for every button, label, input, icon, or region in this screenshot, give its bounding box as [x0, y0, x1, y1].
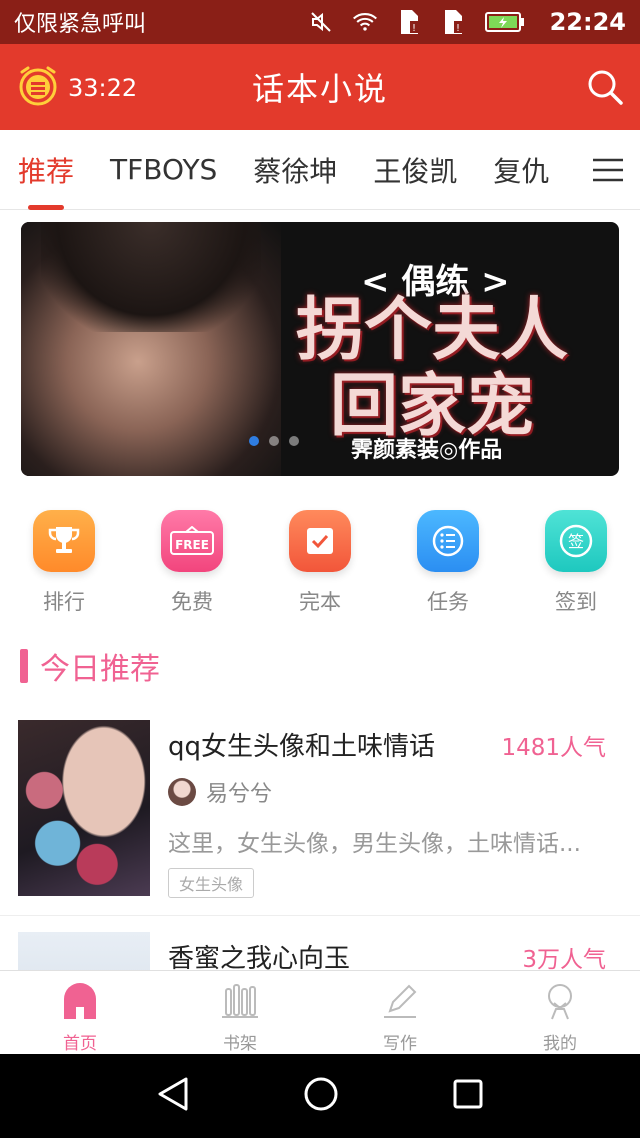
avatar [168, 778, 196, 806]
quick-entry-tasks[interactable]: 任务 [384, 510, 512, 620]
menu-icon[interactable] [586, 148, 630, 192]
signin-icon-text: 签 [568, 532, 584, 551]
search-icon[interactable] [586, 68, 624, 110]
section-title: 今日推荐 [40, 652, 160, 687]
section-header: 今日推荐 [20, 646, 160, 687]
banner-pagination [249, 436, 299, 446]
nav-bookshelf[interactable]: 书架 [160, 971, 320, 1054]
nav-label: 首页 [63, 1034, 97, 1054]
sim2-alert-icon: ! [440, 9, 466, 35]
book-cover [18, 720, 150, 896]
quick-entry-label: 排行 [43, 590, 85, 614]
status-bar: 仅限紧急呼叫 ! ! 22:24 [0, 0, 640, 44]
quick-entry-completed[interactable]: 完本 [256, 510, 384, 620]
tab-tfboys[interactable]: TFBOYS [110, 153, 217, 186]
category-tabs: 推荐 TFBOYS 蔡徐坤 王俊凯 复仇 重 [0, 130, 640, 210]
tab-fade [556, 130, 586, 208]
book-author: 易兮兮 [168, 776, 272, 808]
status-icons: ! ! 22:24 [308, 8, 626, 36]
app-header: 33:22 话本小说 [0, 44, 640, 130]
banner-dot[interactable] [269, 436, 279, 446]
completed-check-icon [289, 510, 351, 572]
sign-in-icon: 签 [545, 510, 607, 572]
free-icon-text: FREE [175, 538, 209, 552]
quick-entry-free[interactable]: FREE 免费 [128, 510, 256, 620]
book-popularity: 1481人气 [501, 735, 606, 761]
quick-entry-signin[interactable]: 签 签到 [512, 510, 640, 620]
recents-icon[interactable] [452, 1078, 484, 1114]
banner-title-line1: 拐个夫人 [295, 290, 568, 370]
banner-author: 霁颜素装◎作品 [351, 437, 503, 463]
promo-banner[interactable]: < 偶练 > 拐个夫人 回家宠 霁颜素装◎作品 [21, 222, 619, 476]
free-tag-icon: FREE [161, 510, 223, 572]
quick-entry-ranking[interactable]: 排行 [0, 510, 128, 620]
tab-caixukun[interactable]: 蔡徐坤 [253, 150, 337, 190]
clock: 22:24 [549, 8, 626, 36]
sim1-alert-icon: ! [396, 9, 422, 35]
tab-wangjunkai[interactable]: 王俊凯 [373, 150, 457, 190]
book-description: 这里，女生头像，男生头像，土味情话... [168, 831, 581, 857]
svg-text:!: ! [412, 23, 416, 34]
book-title: 香蜜之我心向玉 [168, 944, 351, 972]
book-list-item[interactable]: 香蜜之我心向玉 3万人气 [0, 932, 640, 972]
banner-title: 拐个夫人 回家宠 [257, 292, 607, 444]
banner-portrait-hair [41, 222, 261, 332]
trophy-icon [33, 510, 95, 572]
tab-recommend[interactable]: 推荐 [18, 150, 74, 210]
nav-write[interactable]: 写作 [320, 971, 480, 1054]
tab-revenge[interactable]: 复仇 [493, 150, 549, 190]
author-name: 易兮兮 [206, 782, 273, 807]
banner-dot[interactable] [249, 436, 259, 446]
bookshelf-icon [220, 981, 260, 1025]
nav-label: 我的 [543, 1034, 577, 1054]
quick-entries: 排行 FREE 免费 完本 任务 签 签到 [0, 510, 640, 620]
quick-entry-label: 完本 [299, 590, 341, 614]
nav-home[interactable]: 首页 [0, 971, 160, 1054]
svg-text:!: ! [456, 23, 460, 34]
mute-icon [308, 9, 334, 35]
nav-label: 写作 [383, 1034, 417, 1054]
system-navigation-bar [0, 1054, 640, 1138]
app-screen: 仅限紧急呼叫 ! ! 22:24 33:22 话本小说 推荐 TFBOYS 蔡徐… [0, 0, 640, 1138]
task-list-icon [417, 510, 479, 572]
pen-icon [380, 981, 420, 1025]
back-icon[interactable] [156, 1076, 190, 1116]
book-title: qq女生头像和土味情话 [168, 732, 436, 762]
battery-charging-icon [484, 9, 526, 35]
home-icon [60, 981, 100, 1025]
quick-entry-label: 任务 [427, 590, 469, 614]
quick-entry-label: 签到 [555, 590, 597, 614]
carrier-text: 仅限紧急呼叫 [14, 12, 147, 37]
wifi-icon [352, 9, 378, 35]
profile-icon [540, 981, 580, 1025]
bottom-navigation: 首页 书架 写作 我的 [0, 970, 640, 1054]
book-tag[interactable]: 女生头像 [168, 868, 255, 898]
book-list-item[interactable]: qq女生头像和土味情话 1481人气 易兮兮 这里，女生头像，男生头像，土味情话… [0, 720, 640, 916]
page-title: 话本小说 [251, 70, 388, 108]
nav-profile[interactable]: 我的 [480, 971, 640, 1054]
nav-label: 书架 [223, 1034, 257, 1054]
banner-dot[interactable] [289, 436, 299, 446]
book-popularity: 3万人气 [522, 947, 606, 972]
section-accent-bar [20, 649, 28, 683]
book-cover [18, 932, 150, 972]
home-circle-icon[interactable] [303, 1076, 339, 1116]
quick-entry-label: 免费 [171, 590, 213, 614]
